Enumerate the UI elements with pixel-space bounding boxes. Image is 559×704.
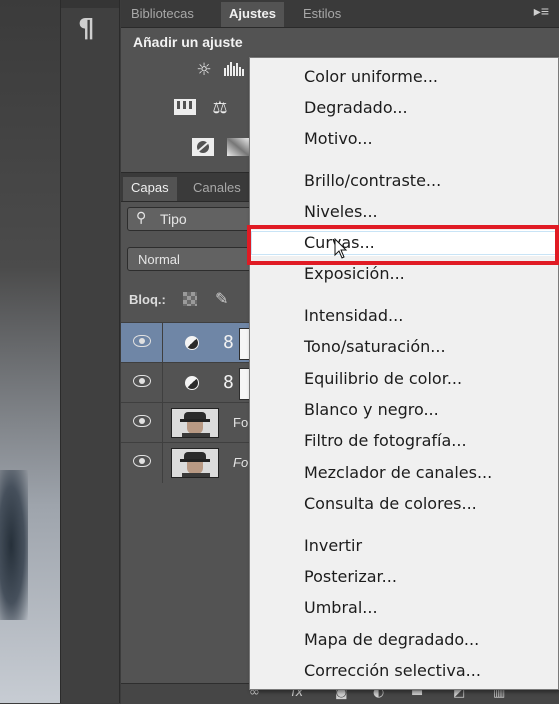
collapsed-panel-dock	[60, 0, 120, 703]
menu-item-motivo[interactable]: Motivo...	[250, 126, 558, 152]
menu-item-filtro-de-fotografia[interactable]: Filtro de fotografía...	[250, 428, 558, 454]
gradient-map-icon[interactable]	[226, 137, 250, 157]
layer-name[interactable]: Fo	[233, 415, 248, 430]
visibility-eye-icon[interactable]	[133, 375, 151, 387]
mask-link-icon[interactable]: 8	[223, 332, 234, 353]
menu-item-invertir[interactable]: Invertir	[250, 533, 558, 559]
brightness-icon[interactable]: ☼	[192, 60, 216, 80]
tab-canales[interactable]: Canales	[185, 177, 249, 201]
menu-item-color-uniforme[interactable]: Color uniforme...	[250, 64, 558, 90]
panel-menu-icon[interactable]: ▸≡	[534, 3, 549, 20]
lock-transparent-pixels-icon[interactable]	[181, 290, 199, 308]
visibility-eye-icon[interactable]	[133, 455, 151, 467]
paragraph-panel-icon[interactable]: ¶	[78, 14, 95, 44]
lock-image-pixels-icon[interactable]: ✎	[215, 290, 233, 308]
menu-item-mezclador-de-canales[interactable]: Mezclador de canales...	[250, 460, 558, 486]
mask-link-icon[interactable]: 8	[223, 372, 234, 393]
visibility-eye-icon[interactable]	[133, 335, 151, 347]
menu-item-correccion-selectiva[interactable]: Corrección selectiva...	[250, 658, 558, 684]
menu-item-brillo-contraste[interactable]: Brillo/contraste...	[250, 168, 558, 194]
menu-item-posterizar[interactable]: Posterizar...	[250, 564, 558, 590]
balance-icon[interactable]: ⚖	[208, 98, 232, 118]
blend-mode-select[interactable]: Normal	[127, 247, 257, 271]
layer-photo-thumbnail	[171, 448, 219, 478]
menu-item-degradado[interactable]: Degradado...	[250, 95, 558, 121]
tab-estilos[interactable]: Estilos	[295, 2, 349, 27]
adjustments-title: Añadir un ajuste	[133, 34, 243, 50]
levels-icon[interactable]	[223, 60, 247, 80]
annotation-highlight-box	[247, 225, 559, 265]
layer-name[interactable]: Fo	[233, 455, 248, 470]
channel-mixer-icon[interactable]	[173, 98, 197, 118]
adjustment-layer-icon	[185, 376, 199, 390]
tab-capas[interactable]: Capas	[123, 177, 177, 201]
menu-item-tono-saturacion[interactable]: Tono/saturación...	[250, 334, 558, 360]
menu-item-niveles[interactable]: Niveles...	[250, 199, 558, 225]
panel-tabbar: Bibliotecas Ajustes Estilos ▸≡	[121, 0, 559, 28]
menu-item-mapa-de-degradado[interactable]: Mapa de degradado...	[250, 627, 558, 653]
menu-item-blanco-y-negro[interactable]: Blanco y negro...	[250, 397, 558, 423]
filter-kind-value: Tipo	[160, 211, 187, 227]
menu-item-consulta-de-colores[interactable]: Consulta de colores...	[250, 491, 558, 517]
search-icon: ⚲	[136, 210, 147, 226]
new-adjustment-menu: Color uniforme... Degradado... Motivo...…	[249, 57, 559, 690]
canvas-photo-edge	[0, 0, 60, 703]
layer-photo-thumbnail	[171, 408, 219, 438]
adjustment-layer-icon	[185, 336, 199, 350]
dock-grip[interactable]	[61, 0, 119, 8]
menu-item-equilibrio-de-color[interactable]: Equilibrio de color...	[250, 366, 558, 392]
mouse-cursor-icon	[334, 238, 348, 259]
menu-item-umbral[interactable]: Umbral...	[250, 595, 558, 621]
menu-item-intensidad[interactable]: Intensidad...	[250, 303, 558, 329]
tab-bibliotecas[interactable]: Bibliotecas	[123, 2, 202, 27]
visibility-eye-icon[interactable]	[133, 415, 151, 427]
tab-ajustes[interactable]: Ajustes	[221, 2, 284, 27]
lock-label: Bloq.:	[129, 292, 166, 307]
photo-filter-icon[interactable]	[191, 137, 215, 157]
blend-mode-value: Normal	[138, 252, 180, 267]
layer-filter-select[interactable]: ⚲ Tipo	[127, 207, 257, 231]
